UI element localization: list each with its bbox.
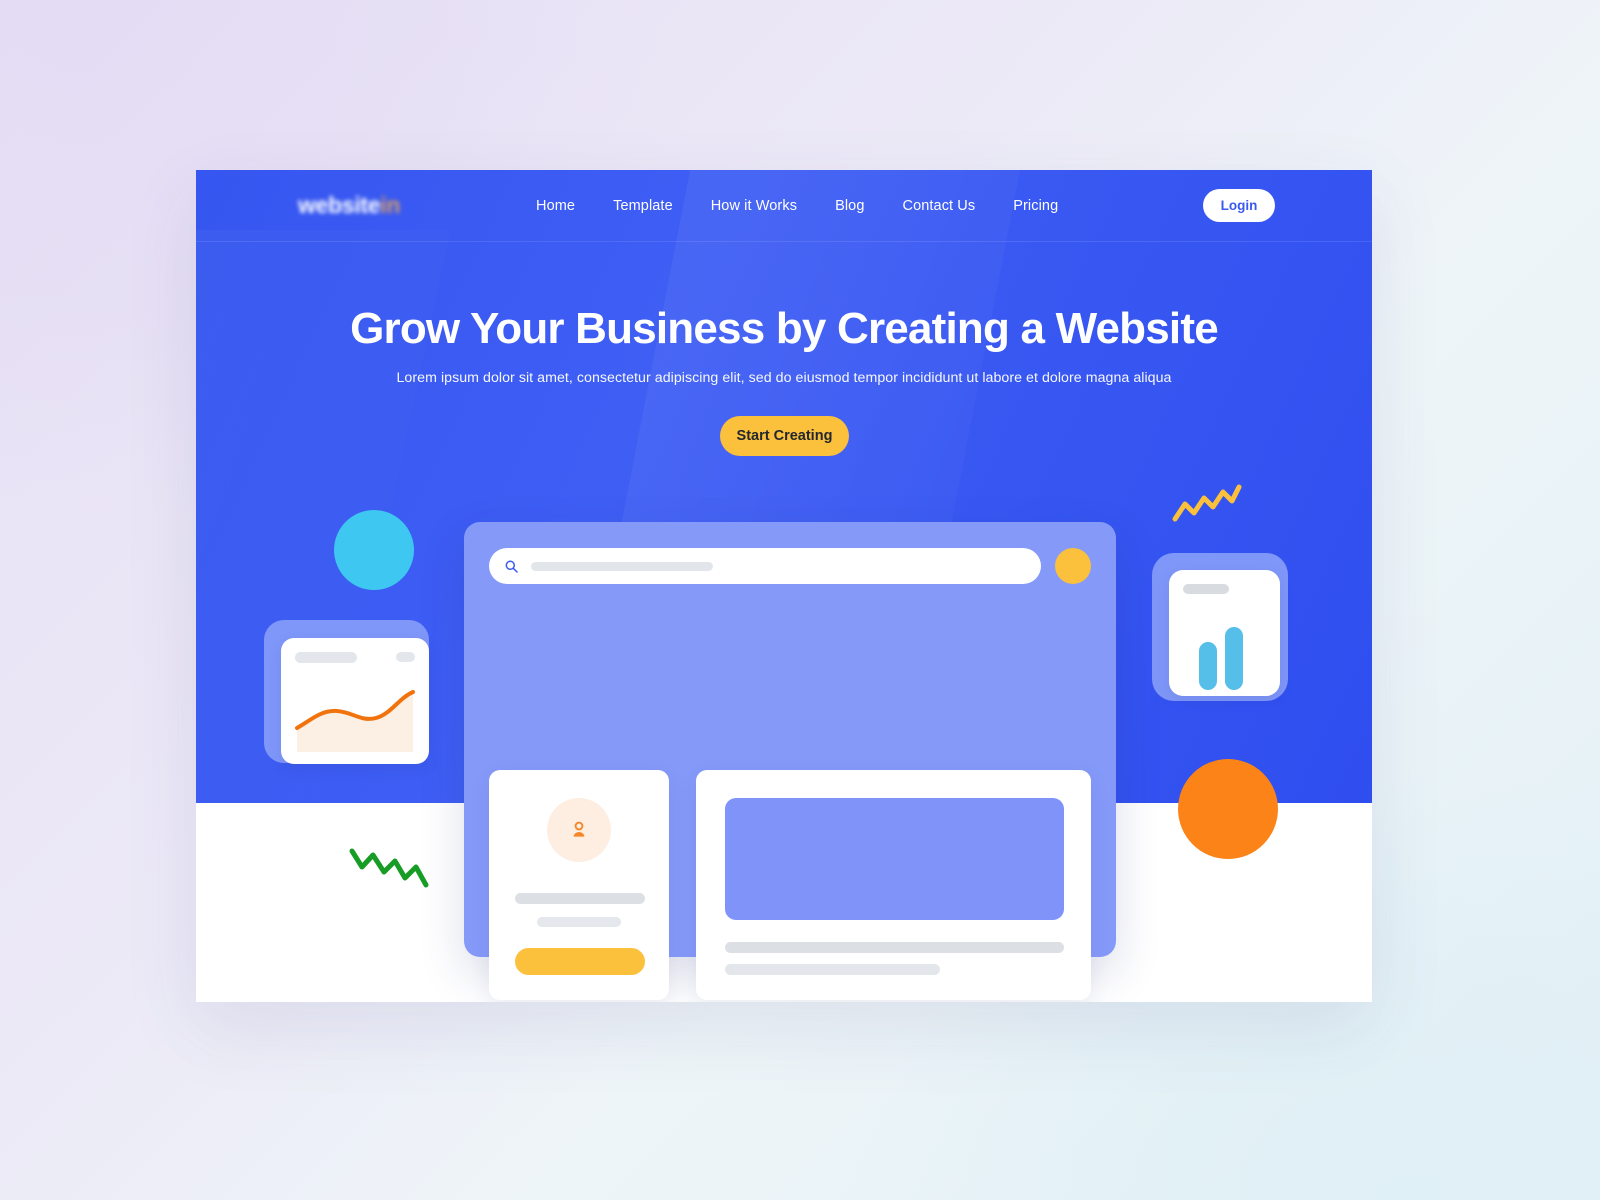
user-icon <box>573 821 585 837</box>
search-input[interactable] <box>489 548 1041 584</box>
line-chart-title-placeholder <box>295 652 357 663</box>
content-text-placeholder-1 <box>725 942 1064 953</box>
zigzag-green-icon <box>349 848 429 888</box>
avatar <box>547 798 611 862</box>
bar-chart-widget <box>1152 553 1288 701</box>
search-row <box>489 548 1091 584</box>
browser-mockup-panel <box>464 522 1116 1000</box>
website-mockup-frame: websitein Home Template How it Works Blo… <box>196 170 1372 1002</box>
navbar <box>196 170 1372 242</box>
profile-subtitle-placeholder <box>537 917 621 927</box>
bar-chart-title-placeholder <box>1183 584 1229 594</box>
bar-chart-card <box>1169 570 1280 696</box>
hero-subtitle: Lorem ipsum dolor sit amet, consectetur … <box>396 370 1172 386</box>
profile-action-button[interactable] <box>515 948 645 975</box>
decorative-cyan-circle <box>334 510 414 590</box>
start-creating-button[interactable]: Start Creating <box>720 416 849 456</box>
line-chart-card <box>281 638 429 764</box>
search-icon <box>505 560 518 573</box>
decorative-orange-circle <box>1178 759 1278 859</box>
content-card <box>696 770 1091 1000</box>
profile-name-placeholder <box>515 893 645 904</box>
bar-chart-column-1 <box>1199 642 1217 690</box>
line-chart-icon <box>295 690 415 752</box>
hero-title: Grow Your Business by Creating a Website <box>350 304 1219 353</box>
search-action-circle[interactable] <box>1055 548 1091 584</box>
bar-chart-column-2 <box>1225 627 1243 690</box>
content-image-placeholder <box>725 798 1064 920</box>
zigzag-yellow-icon <box>1172 484 1242 522</box>
line-chart-badge-placeholder <box>396 652 415 662</box>
profile-card <box>489 770 669 1000</box>
line-chart-widget <box>264 620 429 764</box>
search-placeholder-bar <box>531 561 713 571</box>
content-text-placeholder-2 <box>725 964 940 975</box>
